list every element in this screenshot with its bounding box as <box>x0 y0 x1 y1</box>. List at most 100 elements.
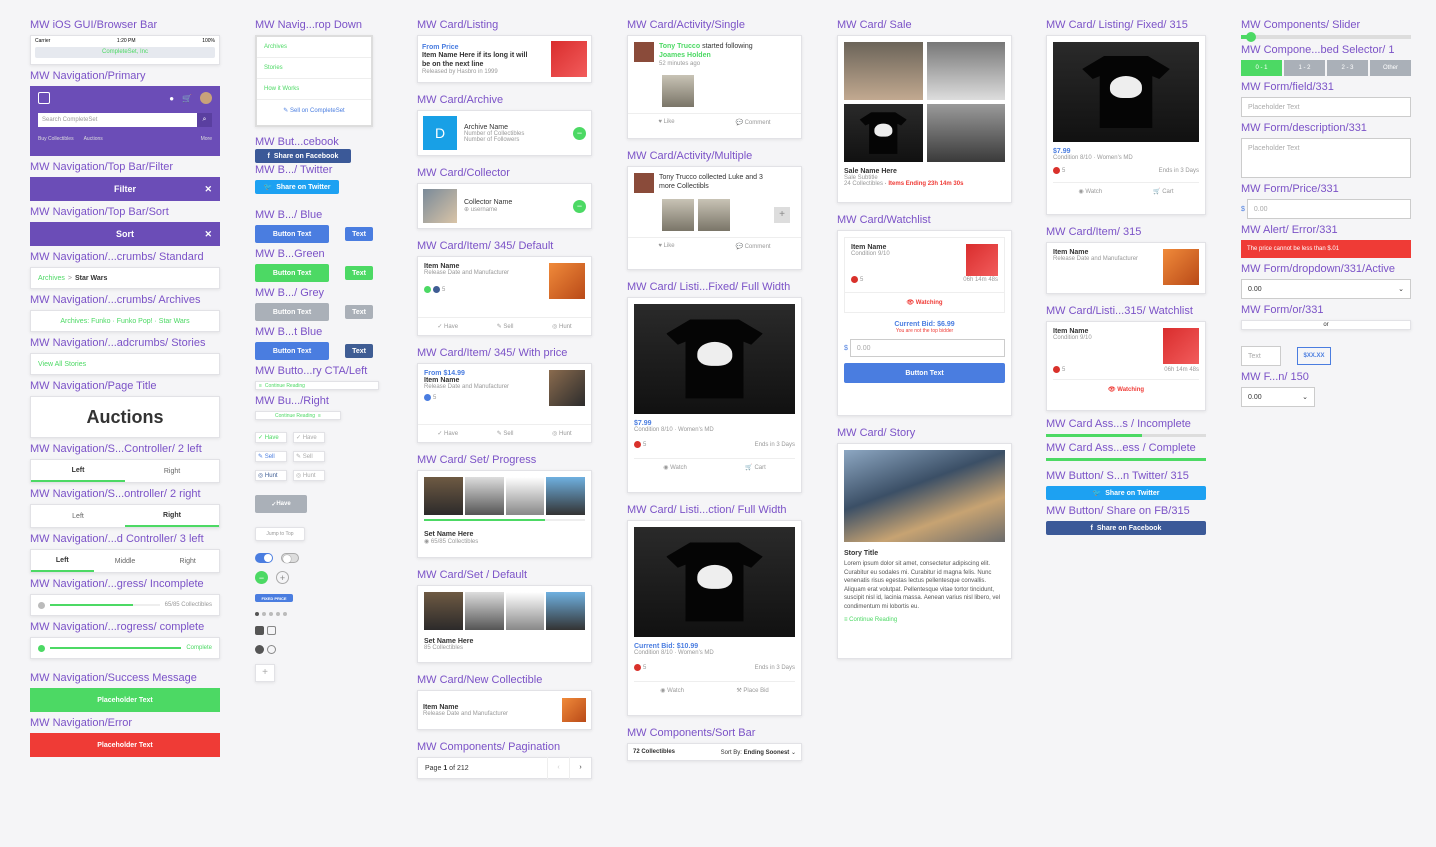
cta-left[interactable]: ≡ Continue Reading <box>255 381 379 390</box>
hunt-chip-active[interactable]: ◎ Hunt <box>255 470 287 481</box>
checkbox-checked[interactable] <box>255 626 264 635</box>
close-icon[interactable]: ✕ <box>204 229 212 240</box>
collector-card[interactable]: Collector Name ⊕ username − <box>417 183 592 229</box>
small-text-input[interactable]: Text <box>1241 346 1281 366</box>
like-action[interactable]: ♥ Like <box>658 243 674 250</box>
page-dot[interactable] <box>262 612 266 616</box>
sort-bar[interactable]: Sort ✕ <box>30 222 220 246</box>
text-field[interactable]: Placeholder Text <box>1241 97 1411 117</box>
url-field[interactable]: CompleteSet, Inc <box>35 47 215 58</box>
have-action[interactable]: ✓ Have <box>437 430 458 437</box>
set-card-progress[interactable]: Set Name Here ◉ 65/85 Collectibles <box>417 470 592 558</box>
sort-dropdown[interactable]: Sort By: Ending Soonest ⌄ <box>721 749 796 756</box>
watchlist-card-315[interactable]: Item Name Condition 9/10 5 06h 14m 48s 👁 W… <box>1046 321 1206 411</box>
listing-card[interactable]: From Price Item Name Here if its long it… <box>417 35 592 83</box>
radio-unchecked[interactable] <box>267 645 276 654</box>
avatar[interactable] <box>200 92 212 104</box>
item-card-315[interactable]: Item Name Release Date and Manufacturer <box>1046 242 1206 294</box>
chevron-right-icon[interactable]: › <box>569 757 591 779</box>
listing-auction-full[interactable]: Current Bid: $10.99 Condition 8/10 · Wom… <box>627 520 802 716</box>
dropdown-item-how[interactable]: How it Works <box>257 79 371 100</box>
story-cta[interactable]: ≡ Continue Reading <box>844 617 1005 623</box>
blue-small-button[interactable]: Text <box>345 227 373 241</box>
dropdown-item-archives[interactable]: Archives <box>257 37 371 58</box>
close-icon[interactable]: ✕ <box>204 184 212 195</box>
green-small-button[interactable]: Text <box>345 266 373 280</box>
more-menu[interactable]: More <box>201 136 212 142</box>
price-chip[interactable]: $XX.XX <box>1297 347 1331 365</box>
page-dot[interactable] <box>276 612 280 616</box>
grey-button[interactable]: Button Text <box>255 303 329 321</box>
page-dot[interactable] <box>283 612 287 616</box>
listing-fixed-315[interactable]: $7.99 Condition 8/10 · Women's MD 5 Ends … <box>1046 35 1206 215</box>
jump-to-top-button[interactable]: Jump to Top <box>255 527 305 541</box>
selector-option[interactable]: 1 - 2 <box>1284 60 1325 76</box>
dropdown-sell[interactable]: ✎ Sell on CompleteSet <box>257 100 371 121</box>
archive-card[interactable]: D Archive Name Number of Collectibles Nu… <box>417 110 592 156</box>
search-input[interactable]: Search CompleteSet <box>38 113 197 127</box>
navy-small-button[interactable]: Text <box>345 344 373 358</box>
cta-right[interactable]: Continue Reading ≡ <box>255 411 341 420</box>
nav-link-buy[interactable]: Buy Collectibles <box>38 136 74 142</box>
watching-toggle[interactable]: 👁 Watching <box>844 293 1005 313</box>
listing-fixed-full[interactable]: $7.99 Condition 8/10 · Women's MD 5 Ends… <box>627 297 802 493</box>
sell-chip[interactable]: ✎ Sell <box>293 451 325 462</box>
plus-icon[interactable]: + <box>774 207 790 223</box>
segment-right[interactable]: Right <box>125 468 219 475</box>
selector-option-active[interactable]: 0 - 1 <box>1241 60 1282 76</box>
sell-chip-active[interactable]: ✎ Sell <box>255 451 287 462</box>
globe-icon[interactable]: ● <box>169 94 174 103</box>
green-button[interactable]: Button Text <box>255 264 329 282</box>
facebook-button-315[interactable]: f Share on Facebook <box>1046 521 1206 535</box>
breadcrumb-link[interactable]: Archives <box>38 275 65 282</box>
segment-right[interactable]: Right <box>156 558 219 565</box>
follow-icon[interactable]: − <box>573 199 586 213</box>
new-collectible-card[interactable]: Item Name Release Date and Manufacturer <box>417 690 592 730</box>
nav-link-auctions[interactable]: Auctions <box>84 136 103 142</box>
bid-input[interactable]: 0.00 <box>849 339 1005 357</box>
activity-card-single[interactable]: Tony Trucco started following Joames Hol… <box>627 35 802 139</box>
cart-action[interactable]: 🛒 Cart <box>745 464 765 471</box>
blue-button[interactable]: Button Text <box>255 225 329 243</box>
slider-track[interactable] <box>1241 32 1411 42</box>
plus-icon[interactable]: + <box>276 571 289 584</box>
segment-left[interactable]: Left <box>31 513 125 520</box>
activity-target[interactable]: Joames Holden <box>659 51 753 60</box>
dropdown-150[interactable]: 0.00 ⌄ <box>1241 387 1315 407</box>
grey-small-button[interactable]: Text <box>345 305 373 319</box>
have-chip-active[interactable]: ✓ Have <box>255 432 287 443</box>
follow-icon[interactable]: − <box>573 126 586 140</box>
place-bid-action[interactable]: ⚒ Place Bid <box>736 687 768 694</box>
segment-right[interactable]: Right <box>125 506 219 527</box>
filter-bar[interactable]: Filter ✕ <box>30 177 220 201</box>
segment-left[interactable]: Left <box>31 461 125 482</box>
sell-action[interactable]: ✎ Sell <box>497 430 514 437</box>
story-card[interactable]: Story Title Lorem ipsum dolor sit amet, … <box>837 443 1012 659</box>
activity-user[interactable]: Tony Trucco <box>659 43 700 50</box>
segment-middle[interactable]: Middle <box>94 558 157 565</box>
watching-toggle[interactable]: 👁 Watching <box>1053 379 1199 393</box>
facebook-button[interactable]: f Share on Facebook <box>255 149 351 163</box>
selector-option[interactable]: Other <box>1370 60 1411 76</box>
breadcrumb-stories[interactable]: View All Stories <box>30 353 220 375</box>
sale-card[interactable]: Sale Name Here Sale Subtitle 24 Collecti… <box>837 35 1012 203</box>
have-button-disabled[interactable]: ✓ Have <box>255 495 307 513</box>
radio-checked[interactable] <box>255 645 264 654</box>
dropdown-active[interactable]: 0.00 ⌄ <box>1241 279 1411 299</box>
selector-option[interactable]: 2 - 3 <box>1327 60 1368 76</box>
hunt-action[interactable]: ◎ Hunt <box>552 430 572 437</box>
toggle-off[interactable] <box>281 553 299 563</box>
item-card-price[interactable]: From $14.99 Item Name Release Date and M… <box>417 363 592 443</box>
logo-icon[interactable] <box>38 92 50 104</box>
bid-button[interactable]: Button Text <box>844 363 1005 383</box>
have-chip[interactable]: ✓ Have <box>293 432 325 443</box>
twitter-button[interactable]: 🐦 Share on Twitter <box>255 180 339 194</box>
cart-action[interactable]: 🛒 Cart <box>1153 188 1173 195</box>
sell-action[interactable]: ✎ Sell <box>497 323 514 330</box>
activity-card-multiple[interactable]: Tony Trucco collected Luke and 3 more Co… <box>627 166 802 270</box>
hunt-chip[interactable]: ◎ Hunt <box>293 470 325 481</box>
watchlist-card[interactable]: Item Name Condition 9/10 5 06h 14m 48s 👁 W… <box>837 230 1012 416</box>
twitter-button-315[interactable]: 🐦 Share on Twitter <box>1046 486 1206 500</box>
minus-icon[interactable]: − <box>255 571 268 584</box>
like-action[interactable]: ♥ Like <box>658 119 674 126</box>
